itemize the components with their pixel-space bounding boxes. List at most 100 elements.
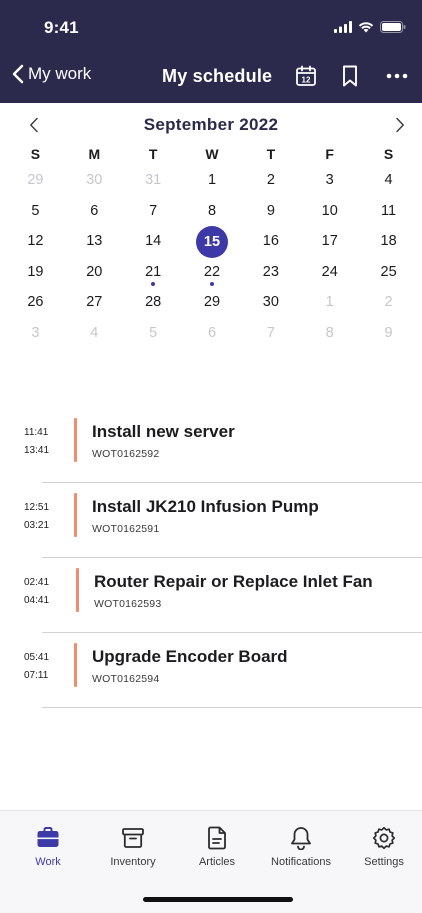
task-item[interactable]: 12:51 03:21 Install JK210 Infusion Pump … [0, 483, 422, 558]
calendar-day[interactable]: 10 [300, 196, 359, 227]
weekday-label: S [383, 146, 394, 162]
task-end-time: 07:11 [24, 670, 49, 681]
calendar-day[interactable]: 25 [359, 257, 418, 288]
calendar-day[interactable]: 14 [124, 226, 183, 257]
tab-notifications[interactable]: Notifications [259, 823, 343, 868]
day-number: 8 [325, 324, 334, 341]
calendar-day[interactable]: 7 [124, 196, 183, 227]
calendar-day[interactable]: 19 [6, 257, 65, 288]
calendar-day[interactable]: 23 [241, 257, 300, 288]
calendar-day-selected[interactable]: 15 [183, 226, 242, 258]
tab-work[interactable]: Work [6, 823, 90, 868]
day-number: 28 [145, 294, 162, 310]
calendar-day[interactable]: 18 [359, 226, 418, 257]
calendar-day[interactable]: 8 [300, 318, 359, 349]
day-number: 2 [266, 172, 275, 188]
tab-settings[interactable]: Settings [342, 823, 422, 868]
task-title: Upgrade Encoder Board [92, 647, 288, 666]
task-accent-bar [76, 568, 79, 612]
day-number: 6 [207, 324, 217, 341]
calendar-day[interactable]: 3 [6, 318, 65, 349]
bookmark-button[interactable] [337, 63, 363, 89]
calendar-day[interactable]: 16 [241, 226, 300, 257]
calendar-badge: 12 [302, 76, 311, 85]
day-number: 26 [27, 294, 44, 310]
task-start-time: 11:41 [24, 427, 49, 438]
day-number: 13 [86, 233, 103, 249]
calendar-day[interactable]: 3 [300, 165, 359, 196]
tab-inventory[interactable]: Inventory [91, 823, 175, 868]
next-month-button[interactable] [386, 111, 414, 139]
calendar-day[interactable]: 11 [359, 196, 418, 227]
day-number: 3 [31, 324, 40, 341]
calendar-day[interactable]: 2 [359, 287, 418, 318]
calendar-day[interactable]: 1 [300, 287, 359, 318]
calendar-day[interactable]: 9 [241, 196, 300, 227]
task-item[interactable]: 02:41 04:41 Router Repair or Replace Inl… [0, 558, 422, 633]
tab-articles[interactable]: Articles [175, 823, 259, 868]
day-number: 12 [27, 233, 44, 249]
task-start-time: 12:51 [24, 502, 50, 513]
calendar-day[interactable]: 24 [300, 257, 359, 288]
day-number: 1 [207, 172, 217, 188]
calendar-day[interactable]: 21 [124, 257, 183, 288]
calendar-day[interactable]: 5 [124, 318, 183, 349]
calendar-day[interactable]: 4 [65, 318, 124, 349]
calendar-week: 29 30 31 1 2 3 4 [6, 165, 418, 196]
weekday-label: W [205, 146, 219, 162]
task-item[interactable]: 11:41 13:41 Install new server WOT016259… [0, 408, 422, 483]
calendar-day[interactable]: 26 [6, 287, 65, 318]
day-number: 9 [266, 202, 275, 219]
calendar-day[interactable]: 4 [359, 165, 418, 196]
calendar-day[interactable]: 28 [124, 287, 183, 318]
calendar-day[interactable]: 8 [183, 196, 242, 227]
nav-bar: My work My schedule 12 [0, 52, 422, 103]
calendar-day[interactable]: 22 [183, 257, 242, 288]
bell-icon [291, 827, 311, 850]
tab-label: Notifications [271, 856, 331, 868]
calendar-day[interactable]: 29 [6, 165, 65, 196]
calendar-day[interactable]: 17 [300, 226, 359, 257]
month-header: September 2022 [0, 111, 422, 137]
calendar-button[interactable]: 12 [293, 63, 319, 89]
day-number: 23 [262, 263, 279, 280]
task-code: WOT0162592 [92, 448, 160, 460]
calendar-day[interactable]: 31 [124, 165, 183, 196]
status-time: 9:41 [44, 18, 79, 37]
back-button[interactable]: My work [12, 64, 91, 84]
day-number: 27 [86, 294, 103, 310]
calendar-day[interactable]: 29 [183, 287, 242, 318]
calendar-day[interactable]: 27 [65, 287, 124, 318]
task-times: 11:41 13:41 [24, 424, 64, 460]
day-number: 9 [384, 324, 393, 341]
calendar-day[interactable]: 30 [65, 165, 124, 196]
calendar-day[interactable]: 6 [183, 318, 242, 349]
day-number: 17 [321, 233, 338, 249]
calendar-day[interactable]: 7 [241, 318, 300, 349]
weekday-label: F [325, 146, 334, 162]
more-button[interactable] [384, 63, 410, 89]
signal-icon [334, 21, 352, 33]
calendar-day[interactable]: 13 [65, 226, 124, 257]
task-title: Router Repair or Replace Inlet Fan [94, 572, 373, 591]
event-dot-indicator [151, 282, 156, 286]
day-number: 16 [262, 233, 279, 249]
task-item[interactable]: 05:41 07:11 Upgrade Encoder Board WOT016… [0, 633, 422, 708]
calendar-day[interactable]: 2 [241, 165, 300, 196]
day-number: 7 [149, 202, 158, 219]
calendar-day[interactable]: 5 [6, 196, 65, 227]
document-icon [208, 826, 226, 850]
day-number: 6 [90, 202, 99, 219]
weekday-label: T [266, 146, 276, 162]
home-indicator[interactable] [143, 897, 293, 902]
day-number: 8 [207, 202, 217, 219]
calendar-day[interactable]: 1 [183, 165, 242, 196]
calendar-day[interactable]: 12 [6, 226, 65, 257]
calendar-day[interactable]: 30 [241, 287, 300, 318]
task-code: WOT0162593 [94, 598, 162, 610]
task-start-time: 05:41 [24, 652, 50, 663]
task-title: Install new server [92, 422, 235, 441]
calendar-day[interactable]: 20 [65, 257, 124, 288]
calendar-day[interactable]: 6 [65, 196, 124, 227]
calendar-day[interactable]: 9 [359, 318, 418, 349]
